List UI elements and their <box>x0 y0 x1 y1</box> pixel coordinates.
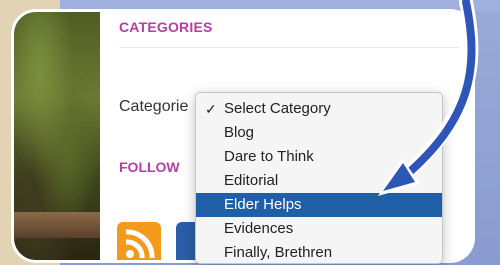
pointer-arrow-icon <box>378 0 479 196</box>
